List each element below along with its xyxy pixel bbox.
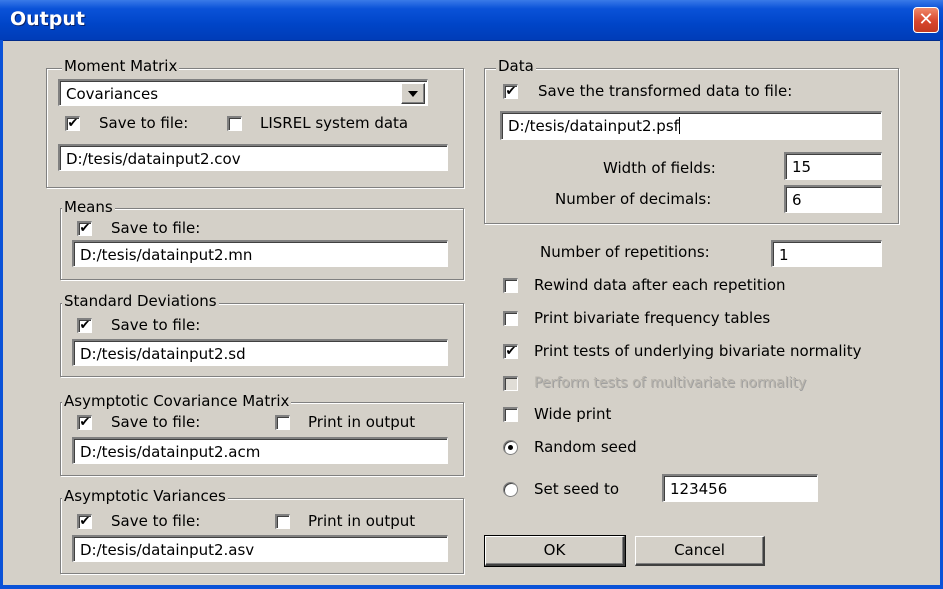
check-icon: ✔ (79, 318, 91, 333)
std-devs-legend: Standard Deviations (62, 292, 219, 310)
bivariate-normality-checkbox[interactable]: ✔ (503, 344, 518, 359)
window-title: Output (10, 8, 85, 30)
random-seed-label: Random seed (534, 438, 637, 456)
rewind-checkbox[interactable] (503, 278, 518, 293)
seed-value: 123456 (670, 480, 728, 498)
moment-matrix-file-input[interactable]: D:/tesis/datainput2.cov (58, 144, 448, 171)
means-legend: Means (62, 198, 115, 216)
std-devs-save-checkbox[interactable]: ✔ (77, 318, 92, 333)
set-seed-label: Set seed to (534, 480, 620, 498)
lisrel-system-data-checkbox[interactable] (227, 116, 242, 131)
acov-file-value: D:/tesis/datainput2.acm (80, 443, 261, 461)
bivariate-normality-label: Print tests of underlying bivariate norm… (534, 342, 862, 360)
ok-button[interactable]: OK (484, 535, 626, 567)
avariances-save-checkbox[interactable]: ✔ (77, 514, 92, 529)
check-icon: ✔ (67, 116, 79, 131)
ok-button-label: OK (543, 541, 566, 559)
check-icon: ✔ (505, 84, 517, 99)
lisrel-system-data-label: LISREL system data (260, 114, 409, 132)
acov-save-label: Save to file: (111, 413, 201, 431)
repetitions-label: Number of repetitions: (540, 243, 710, 261)
set-seed-radio[interactable] (503, 482, 518, 497)
moment-matrix-save-checkbox[interactable]: ✔ (65, 116, 80, 131)
avariances-print-label: Print in output (308, 512, 416, 530)
wide-print-label: Wide print (534, 405, 612, 423)
moment-matrix-type-value: Covariances (66, 85, 159, 103)
text-caret (678, 117, 680, 134)
means-file-value: D:/tesis/datainput2.mn (80, 246, 253, 264)
moment-matrix-type-select[interactable]: Covariances (58, 79, 428, 106)
check-icon: ✔ (505, 344, 517, 359)
avariances-legend: Asymptotic Variances (62, 487, 228, 505)
check-icon: ✔ (79, 221, 91, 236)
repetitions-value: 1 (779, 246, 789, 264)
bivariate-freq-checkbox[interactable] (503, 311, 518, 326)
window-border-left (0, 40, 3, 589)
data-file-input[interactable]: D:/tesis/datainput2.psf (500, 111, 882, 140)
multivariate-label: Perform tests of multivariate normality (534, 375, 807, 391)
width-of-fields-label: Width of fields: (603, 159, 716, 177)
close-button[interactable]: ✕ (913, 7, 939, 33)
width-of-fields-value: 15 (792, 158, 812, 176)
avariances-save-label: Save to file: (111, 512, 201, 530)
width-of-fields-input[interactable]: 15 (784, 152, 882, 180)
number-of-decimals-input[interactable]: 6 (784, 185, 882, 213)
check-icon: ✔ (79, 415, 91, 430)
acov-print-checkbox[interactable] (275, 415, 290, 430)
wide-print-checkbox[interactable] (503, 407, 518, 422)
radio-selected-dot (508, 445, 513, 450)
avariances-file-input[interactable]: D:/tesis/datainput2.asv (72, 535, 448, 562)
means-save-checkbox[interactable]: ✔ (77, 221, 92, 236)
close-icon: ✕ (918, 9, 934, 30)
moment-matrix-legend: Moment Matrix (62, 57, 180, 75)
std-devs-save-label: Save to file: (111, 316, 201, 334)
random-seed-radio[interactable] (503, 440, 518, 455)
rewind-label: Rewind data after each repetition (534, 276, 786, 294)
cancel-button[interactable]: Cancel (635, 536, 765, 566)
seed-input[interactable]: 123456 (662, 474, 818, 502)
number-of-decimals-label: Number of decimals: (555, 190, 712, 208)
means-file-input[interactable]: D:/tesis/datainput2.mn (72, 240, 448, 267)
std-devs-file-input[interactable]: D:/tesis/datainput2.sd (72, 339, 448, 366)
avariances-file-value: D:/tesis/datainput2.asv (80, 541, 255, 559)
moment-matrix-file-value: D:/tesis/datainput2.cov (66, 150, 241, 168)
data-legend: Data (496, 57, 536, 75)
data-file-value: D:/tesis/datainput2.psf (508, 117, 679, 135)
bivariate-freq-label: Print bivariate frequency tables (534, 309, 771, 327)
data-save-label: Save the transformed data to file: (538, 82, 793, 100)
moment-matrix-save-label: Save to file: (99, 114, 189, 132)
acov-matrix-legend: Asymptotic Covariance Matrix (62, 392, 292, 410)
cancel-button-label: Cancel (674, 541, 725, 559)
std-devs-file-value: D:/tesis/datainput2.sd (80, 345, 246, 363)
window-border-bottom (0, 585, 943, 589)
check-icon: ✔ (79, 514, 91, 529)
acov-print-label: Print in output (308, 413, 416, 431)
data-save-checkbox[interactable]: ✔ (503, 84, 518, 99)
acov-save-checkbox[interactable]: ✔ (77, 415, 92, 430)
title-bar: Output ✕ (0, 0, 943, 41)
chevron-down-icon[interactable] (401, 83, 425, 104)
acov-file-input[interactable]: D:/tesis/datainput2.acm (72, 437, 448, 464)
multivariate-checkbox (503, 376, 518, 391)
avariances-print-checkbox[interactable] (275, 514, 290, 529)
repetitions-input[interactable]: 1 (771, 240, 882, 267)
number-of-decimals-value: 6 (792, 191, 802, 209)
means-save-label: Save to file: (111, 219, 201, 237)
